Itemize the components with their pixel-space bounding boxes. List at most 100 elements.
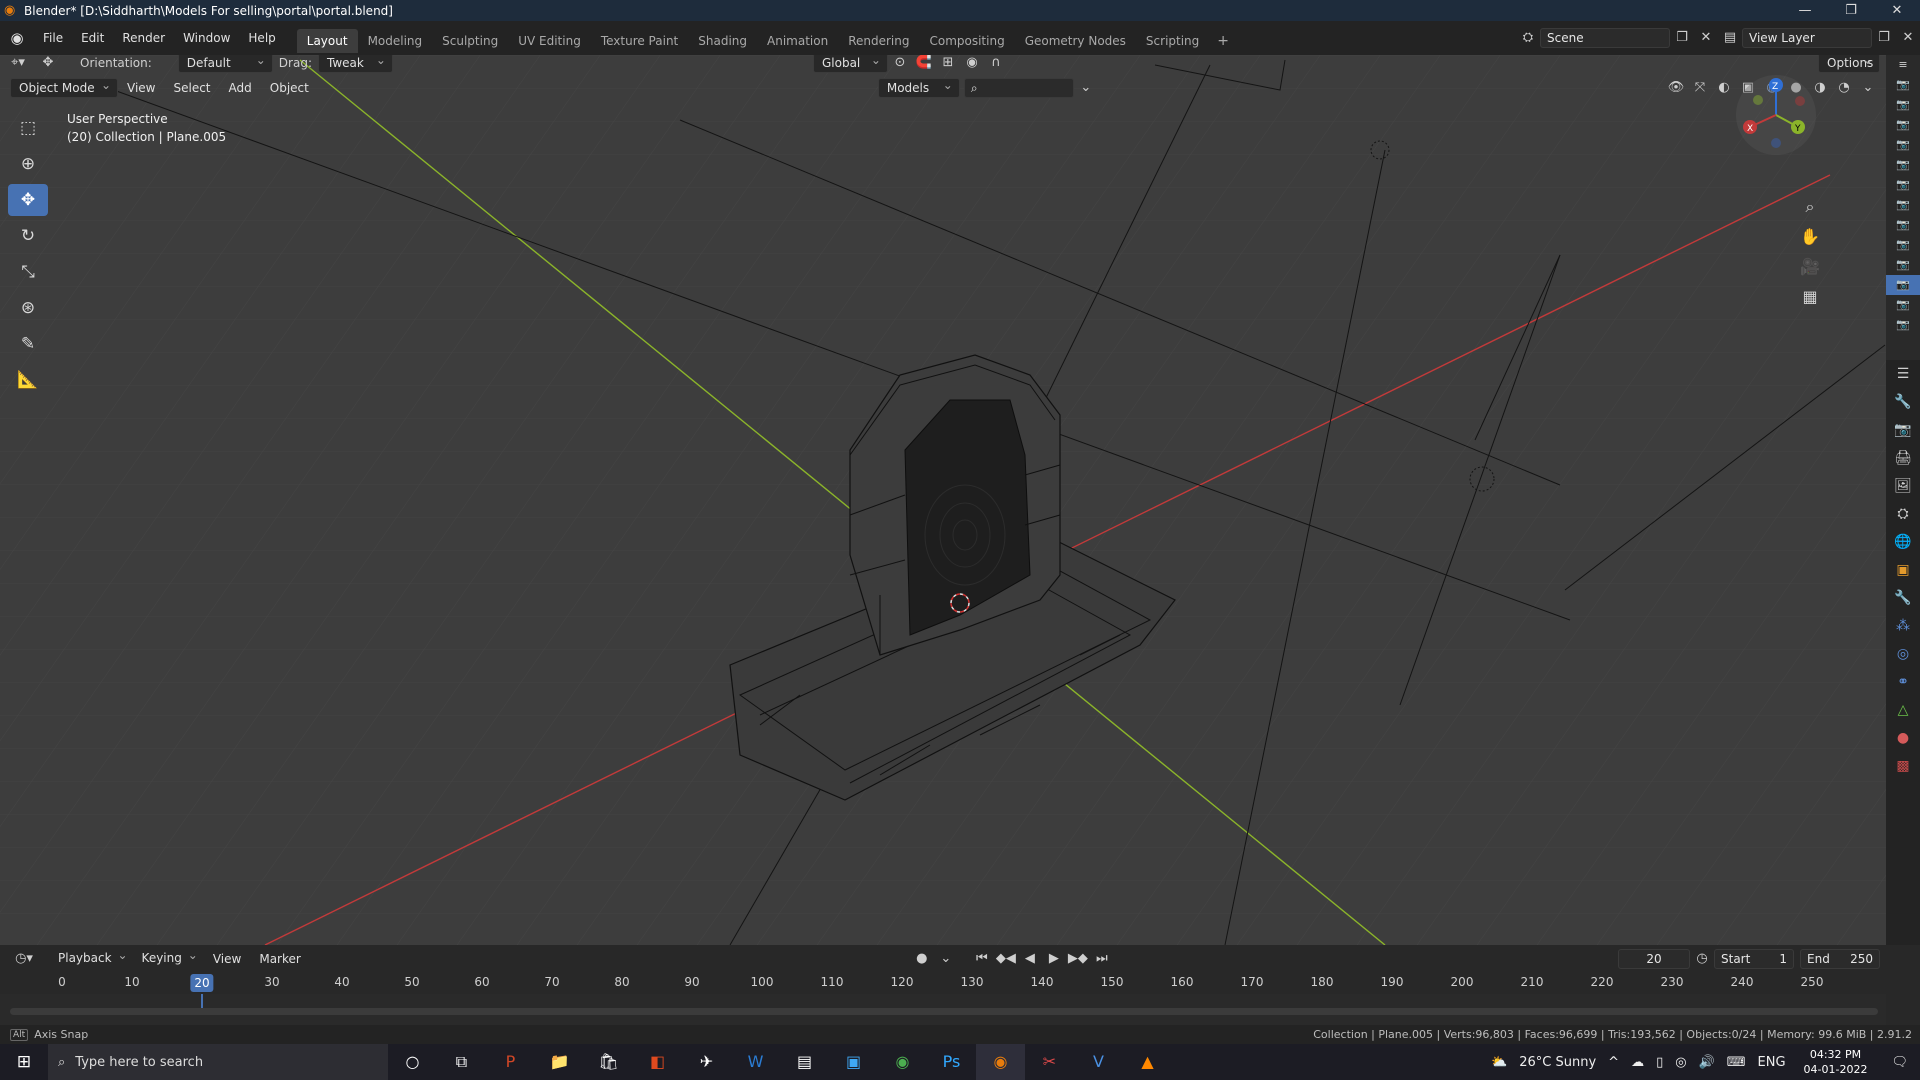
shading-rendered-icon[interactable]: ◔ xyxy=(1832,78,1856,98)
proportional-edit-icon[interactable]: ◉ xyxy=(960,55,984,73)
microsoft-store-icon[interactable]: 🛍 xyxy=(584,1044,633,1080)
jump-end-icon[interactable]: ⏭ xyxy=(1090,949,1114,969)
texture-tab-icon[interactable]: ▩ xyxy=(1886,752,1920,780)
camera-visibility-icon[interactable]: 📷 xyxy=(1886,235,1920,255)
shading-options-icon[interactable]: ⌄ xyxy=(1856,78,1880,98)
camera-view-icon[interactable]: 🎥 xyxy=(1796,253,1824,281)
file-explorer-icon[interactable]: 📁 xyxy=(535,1044,584,1080)
tab-sculpting[interactable]: Sculpting xyxy=(432,29,508,53)
viewport-menu-view[interactable]: View xyxy=(118,77,164,99)
task-view-icon[interactable]: ⧉ xyxy=(437,1044,486,1080)
select-box-tool-icon[interactable]: ⬚ xyxy=(8,112,48,144)
battery-icon[interactable]: ▯ xyxy=(1650,1055,1669,1070)
move-tool-header-icon[interactable]: ✥ xyxy=(36,55,60,73)
delete-view-layer-icon[interactable]: ✕ xyxy=(1896,28,1920,48)
tab-uv-editing[interactable]: UV Editing xyxy=(508,29,591,53)
navigation-gizmo[interactable]: Z Y X xyxy=(1736,75,1816,155)
tab-shading[interactable]: Shading xyxy=(688,29,757,53)
outliner-toggle-icon[interactable]: ≡ xyxy=(1886,55,1920,75)
taskbar-search[interactable]: ⌕ Type here to search xyxy=(48,1044,388,1080)
camera-visibility-icon[interactable]: 📷 xyxy=(1886,255,1920,275)
playback-menu[interactable]: Playback xyxy=(50,946,134,969)
jump-start-icon[interactable]: ⏮ xyxy=(970,949,994,969)
start-frame-field[interactable]: Start 1 xyxy=(1714,948,1794,969)
app-icon[interactable]: ▤ xyxy=(780,1044,829,1080)
scale-tool-icon[interactable]: ⤡ xyxy=(8,256,48,288)
camera-visibility-icon[interactable]: 📷 xyxy=(1886,135,1920,155)
camera-visibility-icon[interactable]: 📷 xyxy=(1886,195,1920,215)
orientation-dropdown[interactable]: Default xyxy=(177,55,273,73)
rotate-tool-icon[interactable]: ↻ xyxy=(8,220,48,252)
viewport-menu-select[interactable]: Select xyxy=(164,77,219,99)
scene-tab-icon[interactable]: ⛭ xyxy=(1886,500,1920,528)
menu-help[interactable]: Help xyxy=(239,27,284,49)
camera-visibility-icon[interactable]: 📷 xyxy=(1886,175,1920,195)
powerpoint-icon[interactable]: P xyxy=(486,1044,535,1080)
viewport-menu-add[interactable]: Add xyxy=(220,77,261,99)
transform-tool-icon[interactable]: ⊛ xyxy=(8,292,48,324)
tray-expand-icon[interactable]: ^ xyxy=(1602,1055,1625,1070)
tab-scripting[interactable]: Scripting xyxy=(1136,29,1209,53)
render-tab-icon[interactable]: 📷 xyxy=(1886,416,1920,444)
scene-name-field[interactable]: Scene xyxy=(1540,28,1670,48)
tab-texture-paint[interactable]: Texture Paint xyxy=(591,29,688,53)
material-tab-icon[interactable]: ● xyxy=(1886,724,1920,752)
camera-visibility-icon[interactable]: 📷 xyxy=(1886,115,1920,135)
restore-button[interactable]: ❐ xyxy=(1828,0,1874,21)
timeline-scrollbar[interactable] xyxy=(10,1008,1878,1015)
weather-text[interactable]: 26°C Sunny xyxy=(1513,1055,1602,1070)
drag-dropdown[interactable]: Tweak xyxy=(317,55,393,73)
measure-tool-icon[interactable]: 📐 xyxy=(8,364,48,396)
transform-orientation-dropdown[interactable]: Global xyxy=(812,55,888,73)
gizmo-toggle-icon[interactable]: ⤧ xyxy=(1688,78,1712,98)
language-indicator[interactable]: ENG xyxy=(1752,1055,1792,1070)
view-layer-browse-icon[interactable]: ▤ xyxy=(1718,28,1742,48)
play-icon[interactable]: ▶ xyxy=(1042,949,1066,969)
word-icon[interactable]: W xyxy=(731,1044,780,1080)
close-button[interactable]: ✕ xyxy=(1874,0,1920,21)
end-frame-field[interactable]: End 250 xyxy=(1800,948,1880,969)
add-workspace-button[interactable]: + xyxy=(1209,33,1237,49)
filter-chevron-icon[interactable]: ⌄ xyxy=(1074,78,1098,98)
overlay-toggle-icon[interactable]: ◐ xyxy=(1712,78,1736,98)
app-icon[interactable]: V xyxy=(1074,1044,1123,1080)
physics-tab-icon[interactable]: ◎ xyxy=(1886,640,1920,668)
viewport-search-field[interactable]: ⌕ xyxy=(963,77,1074,98)
office-icon[interactable]: ◧ xyxy=(633,1044,682,1080)
camera-visibility-icon[interactable]: 📷 xyxy=(1886,95,1920,115)
auto-keying-icon[interactable]: ● xyxy=(910,949,934,969)
tab-animation[interactable]: Animation xyxy=(757,29,838,53)
menu-window[interactable]: Window xyxy=(174,27,239,49)
object-tab-icon[interactable]: ▣ xyxy=(1886,556,1920,584)
menu-file[interactable]: File xyxy=(34,27,72,49)
menu-render[interactable]: Render xyxy=(113,27,174,49)
keying-menu[interactable]: Keying xyxy=(134,946,204,969)
output-tab-icon[interactable]: 🖨 xyxy=(1886,444,1920,472)
tab-rendering[interactable]: Rendering xyxy=(838,29,919,53)
keyboard-icon[interactable]: ⌨ xyxy=(1721,1055,1752,1070)
vlc-icon[interactable]: ▲ xyxy=(1123,1044,1172,1080)
ortho-toggle-icon[interactable]: ▦ xyxy=(1796,283,1824,311)
viewport-menu-object[interactable]: Object xyxy=(261,77,318,99)
camera-visibility-icon[interactable]: 📷 xyxy=(1886,315,1920,335)
pivot-point-icon[interactable]: ⊙ xyxy=(888,55,912,73)
cursor-tool-icon[interactable]: ⊕ xyxy=(8,148,48,180)
visibility-icon[interactable]: 👁 xyxy=(1664,78,1688,98)
camera-visibility-icon[interactable]: 📷 xyxy=(1886,75,1920,95)
camera-visibility-icon[interactable]: 📷 xyxy=(1886,155,1920,175)
current-frame-field[interactable]: 20 xyxy=(1618,948,1690,969)
camera-visibility-icon[interactable]: 📷 xyxy=(1886,275,1920,295)
annotate-tool-icon[interactable]: ✎ xyxy=(8,328,48,360)
blender-taskbar-icon[interactable]: ◉ xyxy=(976,1044,1025,1080)
view-layer-tab-icon[interactable]: 🖼 xyxy=(1886,472,1920,500)
weather-icon[interactable]: ⛅ xyxy=(1485,1055,1513,1070)
wifi-icon[interactable]: ◎ xyxy=(1669,1055,1692,1070)
snap-icon[interactable]: 🧲 xyxy=(912,55,936,73)
editor-type-icon[interactable]: ⌖▾ xyxy=(0,55,36,73)
next-keyframe-icon[interactable]: ▶◆ xyxy=(1066,949,1090,969)
properties-toggle-icon[interactable]: ☰ xyxy=(1886,360,1920,388)
world-tab-icon[interactable]: 🌐 xyxy=(1886,528,1920,556)
camera-visibility-icon[interactable]: 📷 xyxy=(1886,215,1920,235)
volume-icon[interactable]: 🔊 xyxy=(1693,1055,1721,1070)
timeline-editor-type-icon[interactable]: ◷▾ xyxy=(6,949,42,969)
